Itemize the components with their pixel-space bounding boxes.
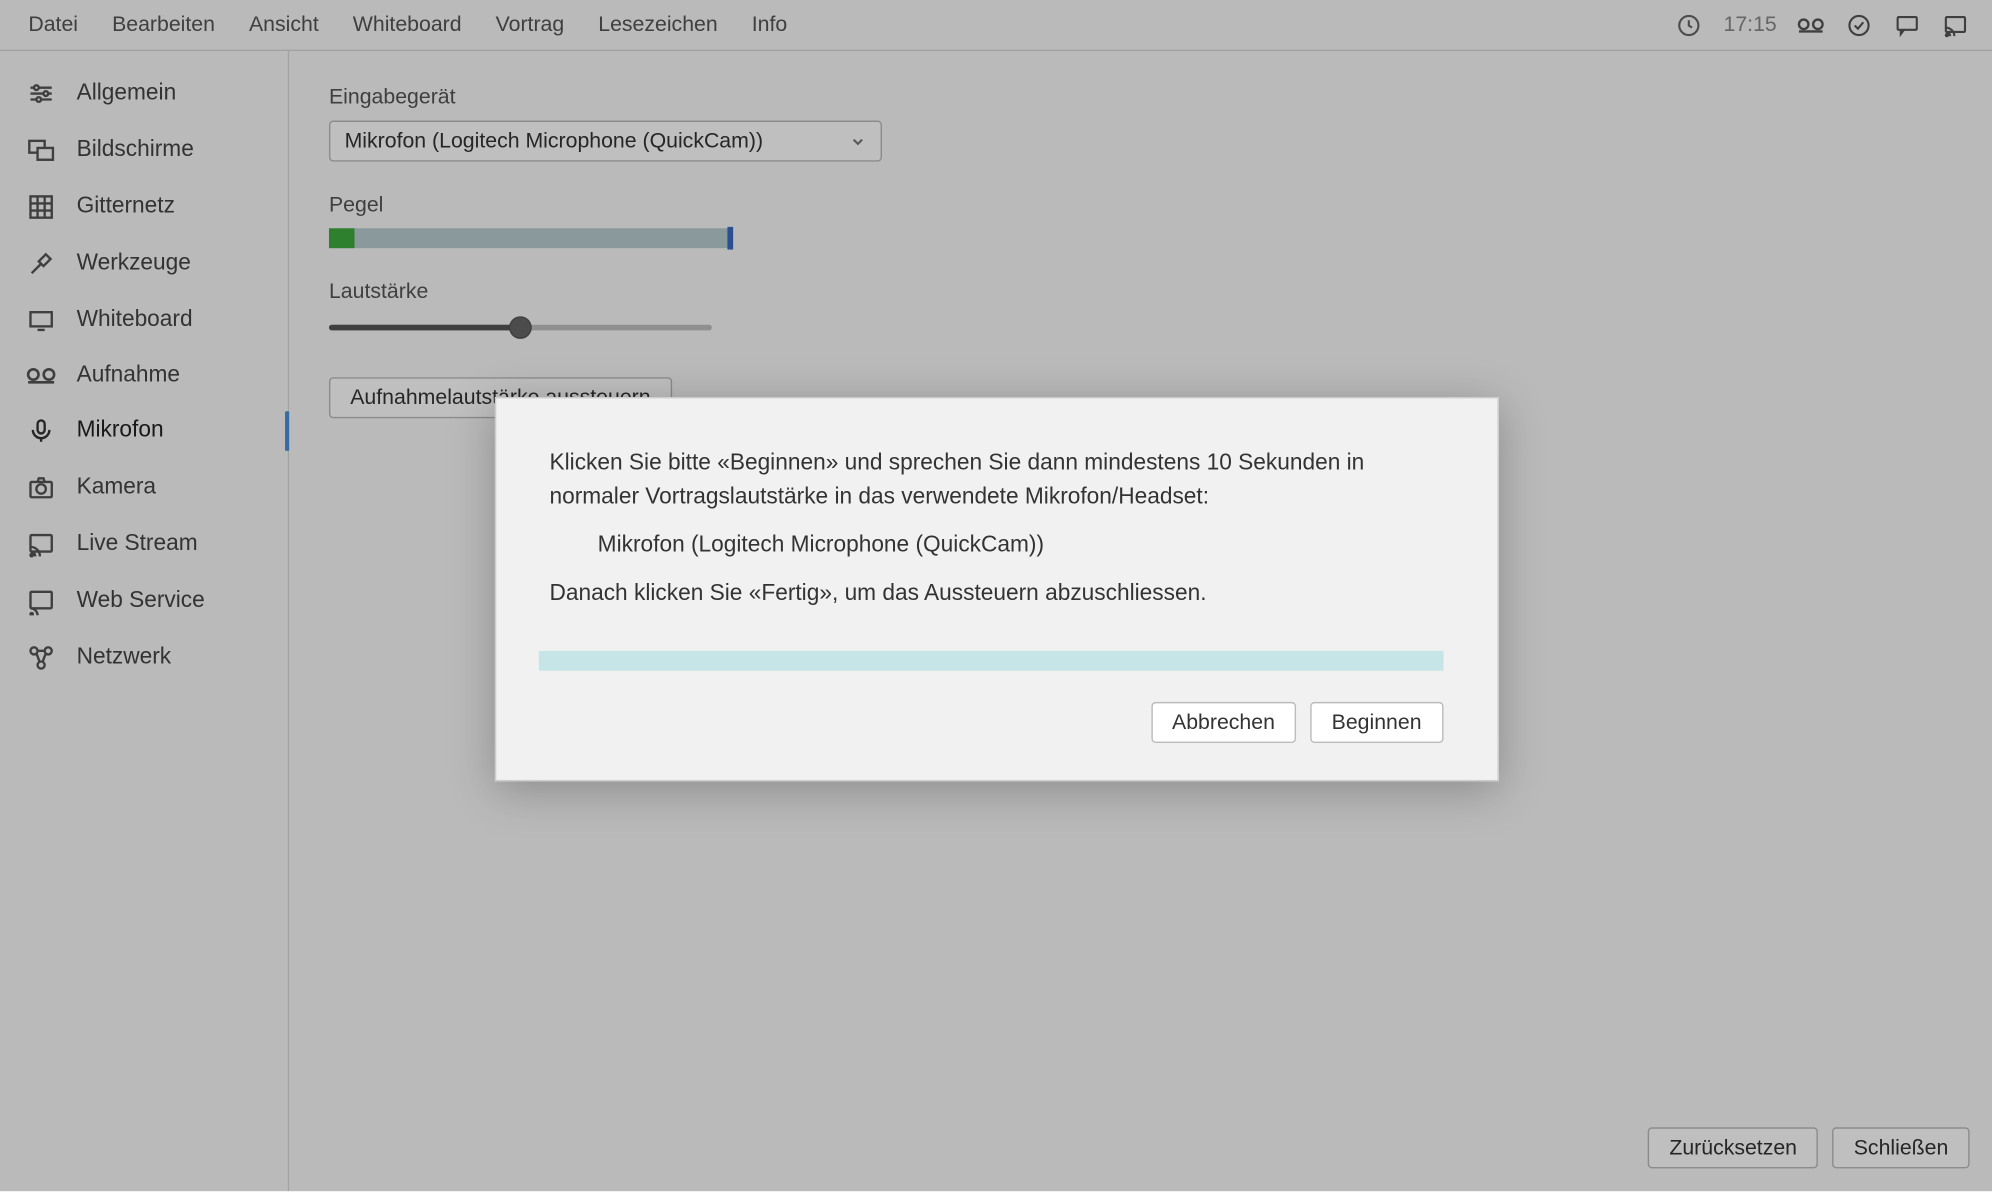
reset-button[interactable]: Zurücksetzen [1648, 1127, 1818, 1168]
input-device-label: Eingabegerät [329, 85, 1953, 109]
modal-progress-bar [538, 651, 1443, 671]
sidebar-item-allgemein[interactable]: Allgemein [0, 65, 288, 122]
volume-label: Lautstärke [329, 279, 1953, 303]
cast-icon[interactable] [1941, 11, 1969, 39]
whiteboard-icon [26, 306, 57, 334]
menubar-time: 17:15 [1724, 13, 1777, 37]
modal-instruction-2: Danach klicken Sie «Fertig», um das Auss… [549, 577, 1442, 611]
level-marker [727, 227, 733, 250]
slider-thumb[interactable] [509, 316, 532, 339]
chevron-down-icon [849, 133, 866, 150]
menu-info[interactable]: Info [735, 4, 805, 45]
cancel-button[interactable]: Abbrechen [1151, 702, 1296, 743]
grid-icon [26, 193, 57, 221]
menubar: Datei Bearbeiten Ansicht Whiteboard Vort… [0, 0, 1992, 51]
modal-instruction-1: Klicken Sie bitte «Beginnen» und spreche… [549, 447, 1442, 515]
clock-icon [1675, 11, 1703, 39]
input-device-value: Mikrofon (Logitech Microphone (QuickCam)… [345, 129, 763, 153]
sidebar-item-werkzeuge[interactable]: Werkzeuge [0, 235, 288, 292]
sidebar-item-aufnahme[interactable]: Aufnahme [0, 349, 288, 403]
sidebar-item-label: Werkzeuge [77, 251, 191, 277]
sidebar-item-webservice[interactable]: Web Service [0, 573, 288, 630]
sidebar-item-label: Whiteboard [77, 308, 193, 334]
menu-vortrag[interactable]: Vortrag [479, 4, 582, 45]
webservice-icon [26, 587, 57, 615]
sidebar-item-label: Allgemein [77, 81, 177, 107]
record-reel-icon[interactable] [1797, 11, 1825, 39]
check-circle-icon[interactable] [1845, 11, 1873, 39]
calibration-modal: Klicken Sie bitte «Beginnen» und spreche… [494, 397, 1498, 781]
sidebar-item-label: Gitternetz [77, 194, 175, 220]
menu-ansicht[interactable]: Ansicht [232, 4, 336, 45]
sidebar-item-label: Netzwerk [77, 645, 172, 671]
menu-whiteboard[interactable]: Whiteboard [336, 4, 479, 45]
menu-lesezeichen[interactable]: Lesezeichen [581, 4, 734, 45]
screens-icon [26, 136, 57, 164]
level-meter [329, 228, 733, 248]
modal-device: Mikrofon (Logitech Microphone (QuickCam)… [549, 529, 1442, 563]
sidebar-item-label: Live Stream [77, 532, 198, 558]
close-button[interactable]: Schließen [1832, 1127, 1969, 1168]
sidebar-item-netzwerk[interactable]: Netzwerk [0, 630, 288, 687]
sidebar-item-mikrofon[interactable]: Mikrofon [0, 403, 288, 460]
sidebar-item-label: Mikrofon [77, 418, 164, 444]
record-icon [26, 364, 57, 387]
menu-bearbeiten[interactable]: Bearbeiten [95, 4, 232, 45]
network-icon [26, 644, 57, 672]
chat-icon[interactable] [1893, 11, 1921, 39]
camera-icon [26, 474, 57, 502]
sidebar-item-label: Kamera [77, 475, 156, 501]
sidebar: Allgemein Bildschirme Gitternetz Werkzeu… [0, 51, 289, 1191]
level-label: Pegel [329, 193, 1953, 217]
sidebar-item-kamera[interactable]: Kamera [0, 459, 288, 516]
sidebar-item-label: Web Service [77, 588, 205, 614]
mic-icon [26, 417, 57, 445]
sliders-icon [26, 79, 57, 107]
sidebar-item-gitternetz[interactable]: Gitternetz [0, 179, 288, 236]
begin-button[interactable]: Beginnen [1310, 702, 1442, 743]
menu-datei[interactable]: Datei [11, 4, 95, 45]
input-device-dropdown[interactable]: Mikrofon (Logitech Microphone (QuickCam)… [329, 121, 882, 162]
level-fill [329, 228, 355, 248]
sidebar-item-whiteboard[interactable]: Whiteboard [0, 292, 288, 349]
sidebar-item-bildschirme[interactable]: Bildschirme [0, 122, 288, 179]
sidebar-item-label: Bildschirme [77, 138, 194, 164]
volume-slider[interactable] [329, 315, 712, 341]
sidebar-item-livestream[interactable]: Live Stream [0, 516, 288, 573]
sidebar-item-label: Aufnahme [77, 363, 180, 389]
cast-icon [26, 530, 57, 558]
tools-icon [26, 250, 57, 278]
